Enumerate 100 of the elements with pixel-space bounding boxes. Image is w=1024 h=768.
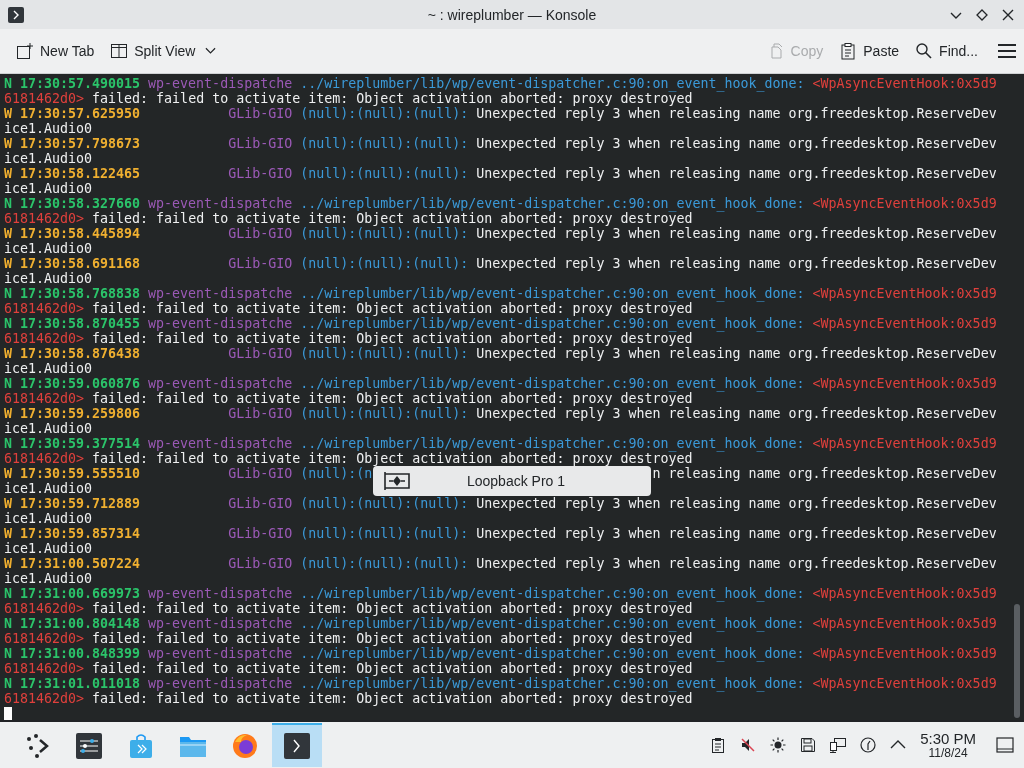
log-message: ice1.Audio0	[4, 151, 93, 166]
log-timestamp: W 17:30:59.857314	[4, 526, 141, 541]
log-source: GLib-GIO	[227, 556, 293, 571]
log-object: 6181462d0>	[4, 691, 85, 706]
log-timestamp: W 17:31:00.507224	[4, 556, 141, 571]
log-source: wp-event-dispatche	[148, 676, 293, 691]
log-message: ice1.Audio0	[4, 571, 93, 586]
log-message: Unexpected reply 3 when releasing name org.freedesktop.ReserveDev	[476, 346, 997, 361]
scrollbar-thumb[interactable]	[1014, 604, 1020, 718]
log-message: failed: failed to activate item: Object activation aborted: proxy destroyed	[92, 391, 693, 406]
log-message: n releasing name org.freedesktop.ReserveDev	[652, 466, 997, 481]
log-timestamp: W 17:30:58.691168	[4, 256, 141, 271]
log-object: 6181462d0>	[4, 631, 85, 646]
log-location: (null):(null):(null):	[300, 556, 469, 571]
log-object: <WpAsyncEventHook:0x5d9	[812, 586, 997, 601]
log-location: ../wireplumber/lib/wp/event-dispatcher.c:90:on_event_hook_done:	[300, 196, 805, 211]
menu-icon[interactable]	[998, 44, 1016, 58]
log-location: ../wireplumber/lib/wp/event-dispatcher.c:90:on_event_hook_done:	[300, 616, 805, 631]
search-icon	[915, 42, 934, 60]
log-object: <WpAsyncEventHook:0x5d9	[812, 286, 997, 301]
log-message: ice1.Audio0	[4, 121, 93, 136]
new-tab-button[interactable]: New Tab	[10, 38, 101, 64]
log-source: wp-event-dispatche	[148, 646, 293, 661]
log-location: (null):(null):(null):	[300, 526, 469, 541]
brightness-icon[interactable]	[770, 737, 787, 753]
clock-date: 11/8/24	[928, 746, 968, 760]
log-source: GLib-GIO	[227, 226, 293, 241]
notification-text: Loopback Pro 1	[465, 473, 567, 489]
log-location: (null):(null):(null):	[300, 256, 469, 271]
sliders-icon	[75, 732, 103, 760]
log-timestamp: N 17:30:58.870455	[4, 316, 141, 331]
log-message: Unexpected reply 3 when releasing name org.freedesktop.ReserveDev	[476, 136, 997, 151]
log-timestamp: W 17:30:57.798673	[4, 136, 141, 151]
log-object: 6181462d0>	[4, 661, 85, 676]
clock[interactable]: 5:30 PM 11/8/24	[920, 730, 976, 760]
log-source: wp-event-dispatche	[148, 316, 293, 331]
log-location: ../wireplumber/lib/wp/event-dispatcher.c:90:on_event_hook_done:	[300, 76, 805, 91]
log-source: wp-event-dispatche	[148, 196, 293, 211]
show-desktop-icon[interactable]	[996, 737, 1014, 753]
log-location: ../wireplumber/lib/wp/event-dispatcher.c:90:on_event_hook_done:	[300, 646, 805, 661]
muted-speaker-icon[interactable]	[740, 737, 757, 753]
log-message: failed: failed to activate item: Object activation aborted: proxy destroyed	[92, 451, 693, 466]
log-message: failed: failed to activate item: Object activation aborted: proxy destroyed	[92, 601, 693, 616]
log-timestamp: N 17:31:01.011018	[4, 676, 141, 691]
log-timestamp: N 17:30:58.768838	[4, 286, 141, 301]
log-timestamp: W 17:30:58.122465	[4, 166, 141, 181]
log-location: (null):(null):(null):	[300, 106, 469, 121]
clipboard-icon[interactable]	[710, 737, 727, 753]
split-view-icon	[110, 42, 129, 60]
log-source: wp-event-dispatche	[148, 76, 293, 91]
find-button[interactable]: Find...	[909, 38, 984, 64]
log-message: ice1.Audio0	[4, 241, 93, 256]
log-location: (null):(null):(null):	[300, 346, 469, 361]
log-object: <WpAsyncEventHook:0x5d9	[812, 376, 997, 391]
terminal[interactable]	[0, 74, 1024, 720]
log-message: ice1.Audio0	[4, 541, 93, 556]
terminal-task-button[interactable]	[272, 723, 322, 767]
close-icon[interactable]	[1002, 8, 1014, 21]
log-location: (null):(null):(null):	[300, 406, 469, 421]
log-object: 6181462d0>	[4, 331, 85, 346]
log-message: Unexpected reply 3 when releasing name org.freedesktop.ReserveDev	[476, 526, 997, 541]
paste-button[interactable]: Paste	[833, 38, 906, 64]
log-message: failed: failed to activate item: Object activation aborted: proxy destroyed	[92, 661, 693, 676]
log-timestamp: W 17:30:59.712889	[4, 496, 141, 511]
log-object: <WpAsyncEventHook:0x5d9	[812, 76, 997, 91]
log-message: Unexpected reply 3 when releasing name org.freedesktop.ReserveDev	[476, 226, 997, 241]
shopping-bag-icon	[127, 732, 155, 760]
log-location: ../wireplumber/lib/wp/event-dispatcher.c:90:on_event_hook_done:	[300, 376, 805, 391]
log-message: ice1.Audio0	[4, 181, 93, 196]
log-timestamp: W 17:30:59.259806	[4, 406, 141, 421]
log-object: 6181462d0>	[4, 211, 85, 226]
log-location: (null):(null):(null):	[300, 496, 469, 511]
split-view-button[interactable]: Split View	[104, 38, 223, 64]
browser-icon	[231, 732, 259, 760]
log-message: Unexpected reply 3 when releasing name org.freedesktop.ReserveDev	[476, 496, 997, 511]
maximize-icon[interactable]	[976, 8, 988, 21]
log-source: GLib-GIO	[227, 496, 293, 511]
log-timestamp: W 17:30:58.876438	[4, 346, 141, 361]
log-object: <WpAsyncEventHook:0x5d9	[812, 616, 997, 631]
log-object: 6181462d0>	[4, 601, 85, 616]
log-message: ice1.Audio0	[4, 481, 93, 496]
log-timestamp: W 17:30:57.625950	[4, 106, 141, 121]
log-message: failed: failed to activate item: Object activation aborted: proxy destroyed	[92, 631, 693, 646]
clipboard-icon	[839, 42, 858, 60]
log-location: ../wireplumber/lib/wp/event-dispatcher.c:90:on_event_hook_done:	[300, 316, 805, 331]
log-source: GLib-GIO	[227, 136, 293, 151]
log-source: GLib-GIO	[227, 406, 293, 421]
gauge-icon[interactable]	[860, 737, 877, 753]
new-tab-icon	[16, 42, 34, 60]
log-message: failed: failed to activate item: Object activation aborted: proxy destroyed	[92, 301, 693, 316]
caret-icon	[205, 47, 217, 55]
log-message: Unexpected reply 3 when releasing name org.freedesktop.ReserveDev	[476, 556, 997, 571]
network-icon[interactable]	[830, 737, 847, 753]
log-location: ../wireplumber/lib/wp/event-dispatcher.c:90:on_event_hook_done:	[300, 676, 805, 691]
log-source: GLib-GIO	[227, 256, 293, 271]
log-location: (null):(null):(null):	[300, 226, 469, 241]
log-location: (null):(null):(null):	[300, 166, 469, 181]
clock-time: 5:30 PM	[920, 730, 976, 747]
log-source: wp-event-dispatche	[148, 436, 293, 451]
log-message: ice1.Audio0	[4, 511, 93, 526]
